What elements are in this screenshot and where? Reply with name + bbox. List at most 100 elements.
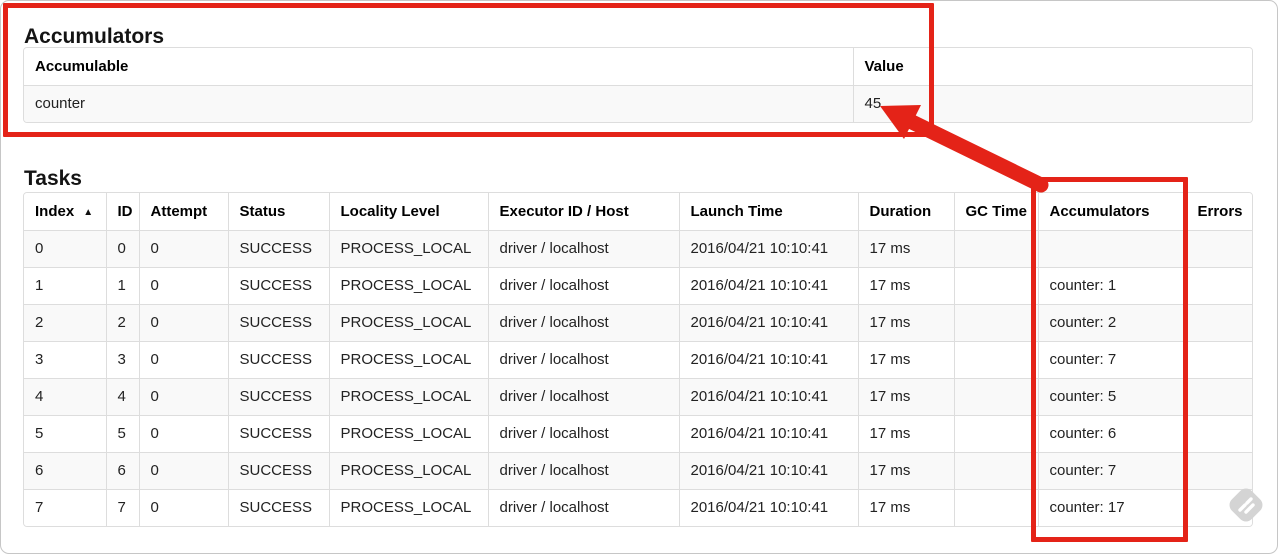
table-cell: SUCCESS bbox=[228, 415, 330, 453]
table-cell: driver / localhost bbox=[488, 415, 680, 453]
table-cell: SUCCESS bbox=[228, 267, 330, 305]
table-row: 2 2 0 SUCCESS PROCESS_LOCAL driver / localhos… bbox=[24, 304, 1252, 342]
value-column-header: Value bbox=[853, 48, 1252, 86]
table-cell: driver / localhost bbox=[488, 341, 680, 379]
table-cell: counter: 2 bbox=[1038, 304, 1187, 342]
table-cell: driver / localhost bbox=[488, 267, 680, 305]
table-cell bbox=[954, 304, 1039, 342]
table-cell: SUCCESS bbox=[228, 378, 330, 416]
table-cell: 1 bbox=[106, 267, 140, 305]
table-cell: PROCESS_LOCAL bbox=[329, 304, 489, 342]
table-cell: counter: 7 bbox=[1038, 341, 1187, 379]
table-cell bbox=[954, 452, 1039, 490]
tasks-table-body: 0 0 0 SUCCESS PROCESS_LOCAL driver / localhos… bbox=[24, 230, 1252, 526]
table-cell: 7 bbox=[106, 489, 140, 526]
table-cell: 2016/04/21 10:10:41 bbox=[679, 341, 859, 379]
table-cell: 0 bbox=[139, 230, 229, 268]
accumulable-header-row: Accumulable Value bbox=[24, 48, 1252, 86]
table-cell: 17 ms bbox=[858, 378, 955, 416]
accumulable-value-cell: 45 bbox=[853, 85, 1252, 122]
table-cell bbox=[1186, 341, 1252, 379]
table-cell: 0 bbox=[139, 267, 229, 305]
table-cell: 0 bbox=[139, 304, 229, 342]
accumulable-table: Accumulable Value counter 45 bbox=[23, 47, 1253, 123]
column-header-id[interactable]: ID bbox=[106, 193, 140, 231]
table-row: 3 3 0 SUCCESS PROCESS_LOCAL driver / localhos… bbox=[24, 341, 1252, 379]
table-cell: 17 ms bbox=[858, 415, 955, 453]
table-cell: PROCESS_LOCAL bbox=[329, 489, 489, 526]
table-cell: 2016/04/21 10:10:41 bbox=[679, 489, 859, 526]
table-cell: 17 ms bbox=[858, 230, 955, 268]
table-cell: PROCESS_LOCAL bbox=[329, 267, 489, 305]
table-cell bbox=[1186, 489, 1252, 526]
column-header-gc-time[interactable]: GC Time bbox=[954, 193, 1039, 231]
table-cell: counter: 7 bbox=[1038, 452, 1187, 490]
table-cell: 5 bbox=[106, 415, 140, 453]
table-cell: driver / localhost bbox=[488, 304, 680, 342]
table-cell: 2016/04/21 10:10:41 bbox=[679, 304, 859, 342]
table-cell: 2016/04/21 10:10:41 bbox=[679, 230, 859, 268]
table-cell: driver / localhost bbox=[488, 378, 680, 416]
column-header-accumulators[interactable]: Accumulators bbox=[1038, 193, 1187, 231]
table-cell bbox=[954, 489, 1039, 526]
table-row: 4 4 0 SUCCESS PROCESS_LOCAL driver / localhos… bbox=[24, 378, 1252, 416]
table-cell bbox=[954, 267, 1039, 305]
table-cell: 17 ms bbox=[858, 267, 955, 305]
table-cell bbox=[1186, 230, 1252, 268]
column-header-index[interactable]: Index ▲ bbox=[24, 193, 107, 231]
column-header-locality-level[interactable]: Locality Level bbox=[329, 193, 489, 231]
table-cell bbox=[1186, 415, 1252, 453]
table-cell bbox=[1038, 230, 1187, 268]
column-header-executor-id-host[interactable]: Executor ID / Host bbox=[488, 193, 680, 231]
table-cell bbox=[1186, 452, 1252, 490]
column-header-duration[interactable]: Duration bbox=[858, 193, 955, 231]
table-cell: 2016/04/21 10:10:41 bbox=[679, 378, 859, 416]
table-cell: 5 bbox=[24, 415, 107, 453]
table-cell: PROCESS_LOCAL bbox=[329, 415, 489, 453]
table-cell: 2016/04/21 10:10:41 bbox=[679, 267, 859, 305]
column-header-launch-time[interactable]: Launch Time bbox=[679, 193, 859, 231]
table-cell bbox=[954, 378, 1039, 416]
table-cell: SUCCESS bbox=[228, 230, 330, 268]
table-cell: 0 bbox=[24, 230, 107, 268]
table-row: 6 6 0 SUCCESS PROCESS_LOCAL driver / localhos… bbox=[24, 452, 1252, 490]
table-cell bbox=[954, 415, 1039, 453]
table-row: 0 0 0 SUCCESS PROCESS_LOCAL driver / localhos… bbox=[24, 230, 1252, 268]
table-cell: 0 bbox=[139, 341, 229, 379]
table-cell: PROCESS_LOCAL bbox=[329, 230, 489, 268]
table-cell: SUCCESS bbox=[228, 304, 330, 342]
table-cell: counter: 17 bbox=[1038, 489, 1187, 526]
column-header-status[interactable]: Status bbox=[228, 193, 330, 231]
accumulable-column-header: Accumulable bbox=[24, 48, 854, 86]
column-header-errors[interactable]: Errors bbox=[1186, 193, 1252, 231]
table-cell: SUCCESS bbox=[228, 341, 330, 379]
tasks-table: Index ▲ ID Attempt Status Locality Level … bbox=[23, 192, 1253, 527]
table-cell bbox=[954, 341, 1039, 379]
accumulable-name-cell: counter bbox=[24, 85, 854, 122]
table-cell: 17 ms bbox=[858, 341, 955, 379]
accumulators-section-title: Accumulators bbox=[24, 25, 165, 49]
table-row: 7 7 0 SUCCESS PROCESS_LOCAL driver / localhos… bbox=[24, 489, 1252, 526]
table-cell: 6 bbox=[24, 452, 107, 490]
table-cell: driver / localhost bbox=[488, 452, 680, 490]
table-cell: 0 bbox=[106, 230, 140, 268]
table-cell: PROCESS_LOCAL bbox=[329, 452, 489, 490]
table-cell: 4 bbox=[106, 378, 140, 416]
table-cell bbox=[1186, 378, 1252, 416]
table-cell: driver / localhost bbox=[488, 489, 680, 526]
column-header-attempt[interactable]: Attempt bbox=[139, 193, 229, 231]
table-cell: 3 bbox=[106, 341, 140, 379]
table-cell bbox=[1186, 304, 1252, 342]
table-cell: 6 bbox=[106, 452, 140, 490]
table-cell: 4 bbox=[24, 378, 107, 416]
table-cell: SUCCESS bbox=[228, 489, 330, 526]
table-cell: 3 bbox=[24, 341, 107, 379]
table-cell: counter: 5 bbox=[1038, 378, 1187, 416]
table-cell: 0 bbox=[139, 452, 229, 490]
table-cell: 7 bbox=[24, 489, 107, 526]
table-cell: PROCESS_LOCAL bbox=[329, 341, 489, 379]
table-row: counter 45 bbox=[24, 85, 1252, 122]
table-row: 5 5 0 SUCCESS PROCESS_LOCAL driver / localhos… bbox=[24, 415, 1252, 453]
table-cell: 17 ms bbox=[858, 489, 955, 526]
sort-ascending-icon: ▲ bbox=[83, 206, 94, 218]
